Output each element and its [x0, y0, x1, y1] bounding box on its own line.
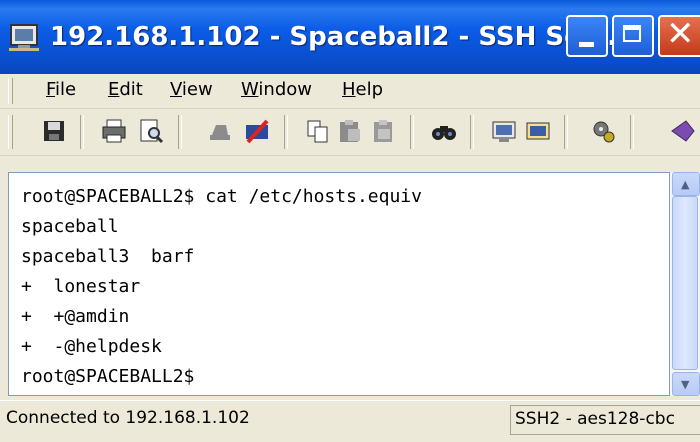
settings-icon[interactable]	[590, 117, 618, 145]
paste-disabled-icon[interactable]	[370, 117, 398, 145]
title-bar[interactable]: 192.168.1.102 - Spaceball2 - SSH Sec... …	[0, 0, 700, 74]
terminal-output[interactable]: root@SPACEBALL2$ cat /etc/hosts.equiv sp…	[8, 172, 670, 396]
scroll-up-button[interactable]: ▲	[672, 172, 700, 196]
menu-edit-accel: E	[108, 79, 120, 100]
minimize-icon	[579, 42, 594, 47]
profile-icon[interactable]	[668, 117, 696, 145]
toolbar-grip[interactable]	[8, 115, 13, 149]
menu-grip[interactable]	[8, 78, 13, 104]
maximize-icon	[623, 25, 641, 42]
minimize-button[interactable]	[566, 15, 608, 57]
terminal-line: + -@helpdesk	[21, 336, 162, 357]
save-icon[interactable]	[40, 117, 68, 145]
terminal-line: + +@amdin	[21, 306, 130, 327]
maximize-button[interactable]	[612, 15, 654, 57]
close-icon: ✕	[666, 14, 695, 54]
terminal-line: + lonestar	[21, 276, 141, 297]
terminal-line: spaceball	[21, 216, 119, 237]
status-bar: Connected to 192.168.1.102 SSH2 - aes128…	[0, 400, 700, 442]
scrollbar-thumb[interactable]	[672, 196, 698, 370]
terminal-prompt: root@SPACEBALL2$	[21, 366, 195, 387]
terminal-line: root@SPACEBALL2$ cat /etc/hosts.equiv	[21, 186, 422, 207]
menu-view-accel: V	[170, 79, 182, 100]
scroll-down-button[interactable]: ▼	[672, 372, 700, 396]
paste-icon[interactable]	[336, 117, 364, 145]
menu-file-rest: ile	[55, 79, 77, 100]
toolbar-separator	[410, 115, 414, 149]
menu-bar: File Edit View Window Help	[0, 74, 700, 109]
menu-window[interactable]: Window	[241, 78, 312, 102]
toolbar-separator	[80, 115, 84, 149]
menu-view-rest: iew	[181, 79, 213, 100]
ssh-app-icon	[9, 24, 39, 51]
chevron-up-icon: ▲	[681, 178, 690, 191]
toolbar-separator	[284, 115, 288, 149]
menu-help-accel: H	[342, 79, 356, 100]
chevron-down-icon: ▼	[681, 378, 690, 391]
menu-view[interactable]: View	[170, 78, 213, 102]
find-icon[interactable]	[430, 117, 458, 145]
menu-edit[interactable]: Edit	[108, 78, 143, 102]
menu-help[interactable]: Help	[342, 78, 383, 102]
copy-icon[interactable]	[304, 117, 332, 145]
close-button[interactable]: ✕	[658, 14, 700, 57]
menu-help-rest: elp	[355, 79, 384, 100]
terminal-line: spaceball3 barf	[21, 246, 195, 267]
quick-connect-icon[interactable]	[243, 117, 271, 145]
vertical-scrollbar[interactable]: ▲ ▼	[670, 172, 700, 396]
cipher-status: SSH2 - aes128-cbc	[515, 409, 675, 429]
toolbar-separator	[630, 115, 634, 149]
toolbar-separator	[178, 115, 182, 149]
new-file-transfer-icon[interactable]	[524, 117, 552, 145]
print-icon[interactable]	[100, 117, 128, 145]
menu-window-accel: W	[241, 79, 259, 100]
cipher-panel: SSH2 - aes128-cbc	[510, 405, 700, 435]
menu-edit-rest: dit	[119, 79, 143, 100]
print-preview-icon[interactable]	[137, 117, 165, 145]
toolbar	[0, 109, 700, 156]
menu-file-accel: F	[46, 79, 56, 100]
toolbar-separator	[470, 115, 474, 149]
menu-window-rest: indow	[258, 79, 312, 100]
new-terminal-icon[interactable]	[490, 117, 518, 145]
connection-status: Connected to 192.168.1.102	[6, 408, 250, 428]
toolbar-separator	[564, 115, 568, 149]
window-title: 192.168.1.102 - Spaceball2 - SSH Sec...	[50, 22, 627, 52]
menu-file[interactable]: File	[46, 78, 76, 102]
disconnect-icon[interactable]	[206, 117, 234, 145]
